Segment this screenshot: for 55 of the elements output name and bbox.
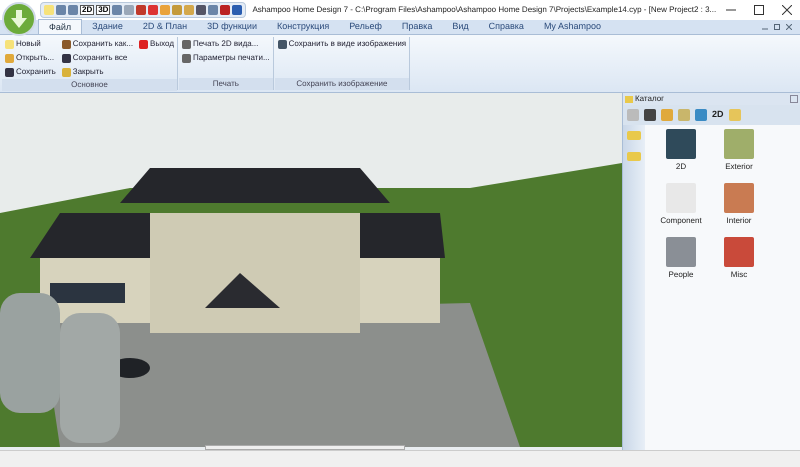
ribbon-button[interactable]: Сохранить в виде изображения [278,37,406,51]
ribbon-tab[interactable]: Файл [38,19,82,34]
ribbon-tab[interactable]: Здание [82,19,133,34]
folder-icon[interactable] [627,152,641,161]
ribbon-button[interactable]: Новый [5,37,56,51]
ribbon-tab[interactable]: My Ashampoo [534,19,611,34]
ribbon-button[interactable]: Сохранить все [62,51,134,65]
toolbar-tool-icon[interactable] [232,5,242,15]
close-icon[interactable] [782,5,792,15]
down-arrow-icon [11,10,27,28]
catalog-folder-icon[interactable] [644,109,656,121]
catalog-item-label[interactable]: Misc [730,269,748,281]
panel-title: Каталог [635,93,664,105]
toolbar-tool-icon[interactable] [112,5,122,15]
ribbon-tab[interactable]: Справка [478,19,534,34]
horizontal-scrollbar[interactable] [205,445,405,450]
catalog-item-label[interactable]: Component [660,215,702,227]
toolbar-button[interactable]: 3D [96,5,110,15]
toolbar-tool-icon[interactable] [220,5,230,15]
ribbon-button[interactable]: Сохранить как... [62,37,134,51]
catalog-folder-icon[interactable] [695,109,707,121]
ribbon-button[interactable]: Закрыть [62,65,134,79]
toolbar-button[interactable]: 2D [80,5,94,15]
folder-icon[interactable] [627,131,641,140]
ribbon-command-icon [139,40,148,48]
restore-icon[interactable] [774,24,780,30]
app-menu-button[interactable] [2,2,36,36]
toolbar-button[interactable]: 2D [712,108,724,122]
folder-icon [625,96,633,102]
ribbon-group-label: Сохранить изображение [274,78,410,90]
toolbar-tool-icon[interactable] [196,5,206,15]
ribbon-tab[interactable]: Вид [442,19,479,34]
ribbon-tab[interactable]: Конструкция [267,19,340,34]
pin-icon[interactable] [790,95,798,103]
ribbon-command-icon [278,40,287,48]
toolbar-tool-icon[interactable] [208,5,218,15]
ribbon-button[interactable]: Печать 2D вида... [182,37,270,51]
toolbar-tool-icon[interactable] [148,5,158,15]
catalog-item-label[interactable]: Exterior [725,161,753,173]
ribbon-button[interactable]: Открыть... [5,51,56,65]
ribbon-tab[interactable]: 3D функции [197,19,267,34]
ribbon-group-label: Основное [2,79,177,91]
ribbon-tab[interactable]: Рельеф [339,19,392,34]
ribbon-group-label: Печать [178,78,273,90]
maximize-icon[interactable] [754,5,764,15]
catalog-item-label[interactable]: Interior [726,215,752,227]
ribbon-tab[interactable]: Правка [392,19,442,34]
catalog-item-label[interactable]: 2D [676,161,686,173]
ribbon-tab[interactable]: 2D & План [132,19,198,34]
toolbar-tool-icon[interactable] [136,5,146,15]
catalog-item-label[interactable]: People [668,269,694,281]
ribbon-button[interactable]: Сохранить [5,65,56,79]
ribbon-button[interactable]: Параметры печати... [182,51,270,65]
ribbon-button[interactable]: Выход [139,37,174,51]
window-title: Ashampoo Home Design 7 - C:\Program Files\Ashampoo\Ashampoo Home Design 7\Projects\Example14.cyp - [New Project2 : 3... [252,4,716,16]
